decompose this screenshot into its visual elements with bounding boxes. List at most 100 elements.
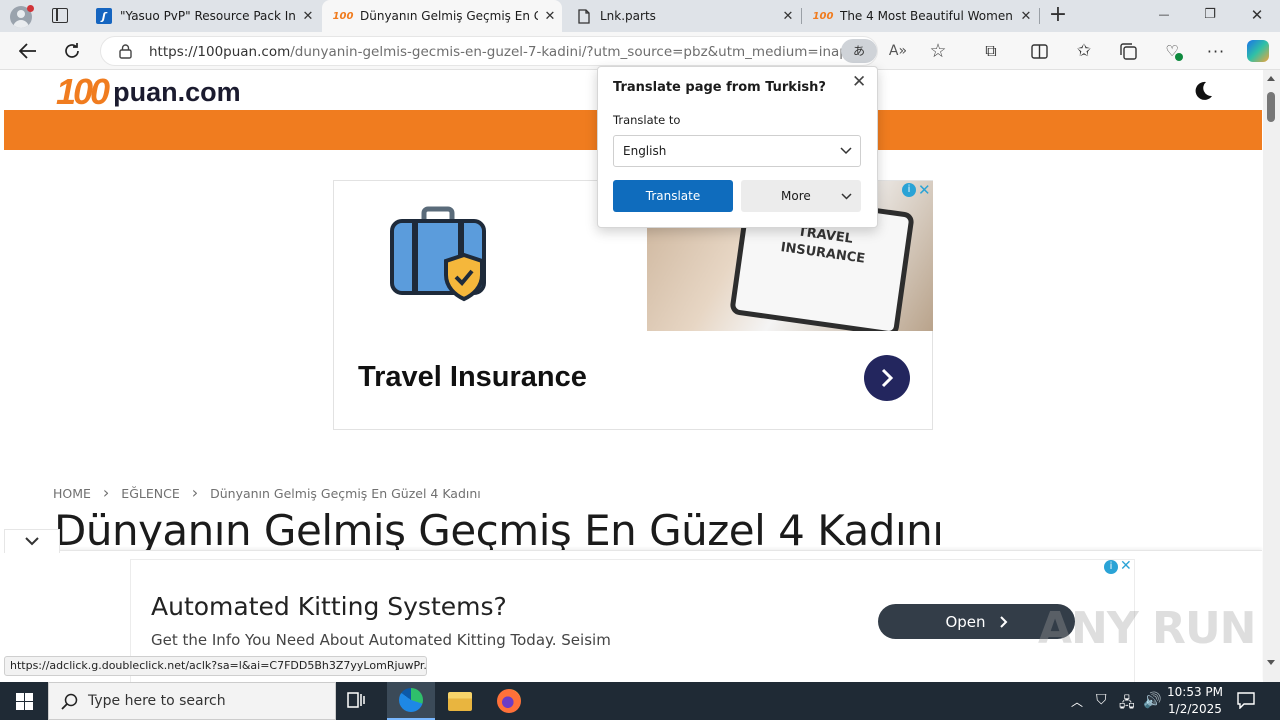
chevron-right-icon (881, 368, 894, 388)
lock-icon[interactable] (119, 44, 132, 59)
back-button[interactable] (14, 37, 42, 65)
chevron-down-icon (25, 537, 39, 546)
network-icon[interactable]: 🖧 (1119, 692, 1135, 716)
split-screen-icon (1030, 43, 1048, 59)
tab-strip: ʃ "Yasuo PvP" Resource Pack Instal ✕ 100… (0, 0, 1280, 32)
system-tray-security-icon[interactable]: ⛉ (1096, 692, 1107, 708)
adchoices-icon[interactable]: i (902, 183, 916, 197)
collections-icon (1119, 42, 1137, 60)
collections-button[interactable] (1114, 37, 1142, 65)
copilot-button[interactable] (1244, 37, 1272, 65)
more-button[interactable]: More (741, 180, 861, 212)
volume-icon[interactable]: 🔊 (1143, 691, 1162, 709)
page-scrollbar[interactable] (1263, 70, 1280, 682)
taskbar-edge-button[interactable] (387, 682, 435, 720)
refresh-icon (65, 43, 79, 58)
windows-taskbar: Type here to search ︿ ⛉ 🖧 🔊 10:53 PM 1/2… (0, 682, 1280, 720)
refresh-button[interactable] (58, 37, 86, 65)
ad-body: Get the Info You Need About Automated Ki… (151, 631, 611, 649)
language-select[interactable]: English (613, 135, 861, 167)
page-icon (576, 8, 592, 24)
scroll-thumb[interactable] (1267, 92, 1275, 122)
scroll-down-arrow-icon[interactable] (1267, 660, 1275, 665)
adchoices-icon[interactable]: i (1104, 560, 1118, 574)
search-placeholder: Type here to search (88, 693, 226, 709)
split-screen-button[interactable] (1025, 37, 1053, 65)
back-arrow-icon (19, 43, 36, 59)
translate-button[interactable]: Translate (613, 180, 733, 212)
translate-to-label: Translate to (613, 113, 681, 127)
read-aloud-button[interactable]: A» (884, 37, 912, 65)
url-path: /dunyanin-gelmis-gecmis-en-guzel-7-kadin… (290, 44, 849, 60)
tab-yasuo[interactable]: ʃ "Yasuo PvP" Resource Pack Instal ✕ (84, 0, 320, 32)
settings-more-button[interactable]: ··· (1202, 37, 1230, 65)
chevron-down-icon (841, 193, 852, 200)
tab-dunyanin[interactable]: 100 Dünyanın Gelmiş Geçmiş En Güze ✕ (322, 0, 562, 32)
close-tab-icon[interactable]: ✕ (776, 9, 800, 24)
close-tab-icon[interactable]: ✕ (1014, 9, 1038, 24)
language-value: English (623, 144, 667, 158)
close-tab-icon[interactable]: ✕ (538, 9, 562, 24)
more-button-label: More (781, 189, 811, 203)
favorite-star-button[interactable]: ☆ (924, 37, 952, 65)
browser-essentials-button[interactable]: ♡ (1158, 37, 1186, 65)
close-window-button[interactable]: ✕ (1243, 6, 1271, 24)
favorites-icon: ✩ (1076, 41, 1092, 61)
taskbar-firefox-button[interactable] (485, 682, 533, 720)
address-bar[interactable]: https://100puan.com/dunyanin-gelmis-gecm… (100, 36, 878, 66)
close-popup-icon[interactable]: ✕ (852, 72, 866, 92)
taskbar-clock[interactable]: 10:53 PM 1/2/2025 (1164, 684, 1226, 718)
translate-title: Translate page from Turkish? (613, 80, 826, 95)
ad-close-icon[interactable]: ✕ (1120, 558, 1132, 574)
breadcrumb-current: Dünyanın Gelmiş Geçmiş En Güzel 4 Kadını (210, 486, 481, 501)
site-favicon-icon: ʃ (96, 8, 112, 24)
breadcrumb-separator: › (191, 483, 199, 502)
firefox-icon (497, 689, 521, 713)
translate-button-label: Translate (645, 189, 701, 203)
copilot-icon (1247, 40, 1269, 62)
site-logo[interactable]: 100 puan.com (56, 71, 241, 112)
ad-headline[interactable]: Automated Kitting Systems? (151, 592, 507, 621)
taskbar-explorer-button[interactable] (436, 682, 484, 720)
tab-title: Lnk.parts (600, 9, 656, 23)
ad-close-icon[interactable]: ✕ (918, 181, 932, 199)
tab-lnk-parts[interactable]: Lnk.parts ✕ (564, 0, 800, 32)
url-text[interactable]: https://100puan.com/dunyanin-gelmis-gecm… (149, 44, 849, 60)
extensions-button[interactable]: ⧉ (977, 37, 1005, 65)
tab-actions-icon[interactable] (52, 8, 68, 23)
minimize-button[interactable]: — (1150, 8, 1178, 21)
task-view-icon (347, 692, 365, 708)
tab-title: The 4 Most Beautiful Women in t (840, 9, 1014, 23)
chevron-down-icon (840, 147, 852, 155)
favorites-button[interactable]: ✩ (1070, 37, 1098, 65)
notification-center-icon[interactable] (1236, 691, 1256, 710)
browser-toolbar: https://100puan.com/dunyanin-gelmis-gecm… (0, 32, 1280, 70)
breadcrumb-category[interactable]: EĞLENCE (121, 486, 179, 501)
translate-page-icon[interactable]: あ (841, 39, 877, 63)
tab-title: "Yasuo PvP" Resource Pack Instal (120, 9, 296, 23)
clock-date: 1/2/2025 (1168, 702, 1222, 716)
tab-separator (1039, 8, 1040, 24)
breadcrumb-home[interactable]: HOME (53, 486, 91, 501)
breadcrumb: HOME › EĞLENCE › Dünyanın Gelmiş Geçmiş … (53, 483, 481, 502)
close-tab-icon[interactable]: ✕ (296, 9, 320, 24)
windows-logo-icon (15, 692, 33, 710)
ad-headline[interactable]: Travel Insurance (358, 361, 587, 394)
taskbar-search-box[interactable]: Type here to search (48, 682, 336, 720)
collapse-ad-button[interactable] (4, 529, 60, 553)
restore-button[interactable]: ❐ (1196, 7, 1224, 22)
ad-arrow-button[interactable] (864, 355, 910, 401)
article-title: Dünyanın Gelmiş Geçmiş En Güzel 4 Kadını (54, 506, 944, 555)
task-view-button[interactable] (346, 691, 372, 711)
status-bar-url: https://adclick.g.doubleclick.net/aclk?s… (4, 656, 427, 676)
dark-mode-toggle[interactable] (1192, 80, 1214, 102)
profile-notification-dot (27, 5, 34, 12)
start-button[interactable] (0, 682, 48, 720)
url-host: https://100puan.com (149, 44, 291, 60)
show-hidden-icons-icon[interactable]: ︿ (1071, 693, 1083, 710)
ellipsis-icon: ··· (1206, 41, 1226, 61)
scroll-up-arrow-icon[interactable] (1267, 76, 1275, 81)
tab-beautiful-women[interactable]: 100 The 4 Most Beautiful Women in t ✕ (802, 0, 1038, 32)
puan-favicon-icon: 100 (812, 10, 834, 22)
new-tab-button[interactable]: + (1046, 3, 1070, 27)
